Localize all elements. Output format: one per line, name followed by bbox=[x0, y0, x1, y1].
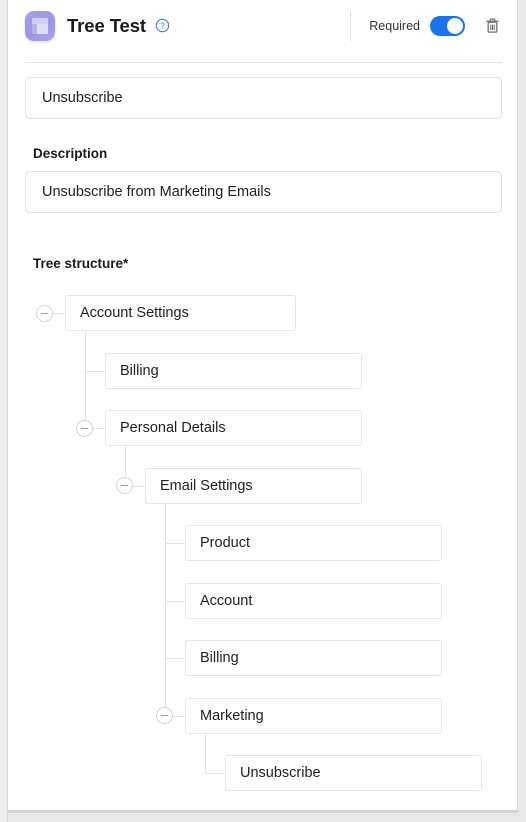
minus-circle-icon[interactable] bbox=[36, 304, 53, 322]
card-header: Tree Test ? Required bbox=[8, 0, 517, 51]
tree-node[interactable]: Marketing bbox=[185, 697, 442, 734]
description-label: Description bbox=[33, 146, 108, 161]
tree-node[interactable]: Account bbox=[185, 582, 442, 619]
tree-node[interactable]: Unsubscribe bbox=[225, 755, 482, 791]
tree-node[interactable]: Billing bbox=[185, 640, 442, 676]
description-input[interactable]: Unsubscribe from Marketing Emails bbox=[25, 171, 502, 213]
header-divider bbox=[350, 10, 352, 41]
card-bottom-edge bbox=[8, 810, 518, 813]
name-input[interactable]: Unsubscribe bbox=[25, 77, 502, 119]
tree-collapse-stub bbox=[173, 715, 185, 717]
tree-connector-vertical bbox=[205, 733, 206, 773]
tree-connector-horizontal bbox=[165, 600, 185, 602]
toggle-knob bbox=[447, 17, 463, 34]
page-title: Tree Test bbox=[67, 14, 146, 36]
tree-connector-horizontal bbox=[205, 773, 225, 774]
required-label: Required bbox=[369, 18, 420, 33]
tree-connector-horizontal bbox=[85, 370, 105, 372]
minus-circle-icon[interactable] bbox=[116, 477, 133, 494]
help-circle-icon[interactable]: ? bbox=[155, 18, 170, 33]
minus-circle-icon[interactable] bbox=[76, 419, 93, 437]
tree-connector-horizontal bbox=[165, 543, 185, 544]
left-gutter bbox=[0, 0, 8, 822]
tree-test-card: Tree Test ? Required Unsubscribe Descrip… bbox=[8, 0, 518, 812]
tree-node[interactable]: Product bbox=[185, 525, 442, 561]
tree-connector-vertical bbox=[165, 503, 166, 716]
tree-structure-label: Tree structure* bbox=[33, 256, 129, 271]
tree-node[interactable]: Email Settings bbox=[145, 467, 362, 504]
header-bottom-divider bbox=[25, 62, 502, 63]
tree-collapse-stub bbox=[53, 313, 65, 314]
minus-circle-icon[interactable] bbox=[156, 707, 173, 724]
tree-node[interactable]: Account Settings bbox=[65, 295, 296, 331]
tree-structure-canvas: Account Settings Billing Personal Details E… bbox=[8, 290, 517, 810]
required-toggle[interactable] bbox=[430, 15, 465, 36]
tree-node[interactable]: Billing bbox=[105, 352, 362, 389]
tree-collapse-stub bbox=[93, 428, 105, 429]
trash-icon[interactable] bbox=[482, 15, 502, 37]
tree-collapse-stub bbox=[133, 485, 145, 487]
app-root: Tree Test ? Required Unsubscribe Descrip… bbox=[0, 0, 526, 822]
tree-connector-vertical bbox=[85, 331, 86, 428]
tree-connector-horizontal bbox=[165, 658, 185, 659]
tree-node[interactable]: Personal Details bbox=[105, 410, 362, 446]
svg-text:?: ? bbox=[160, 22, 165, 31]
tree-test-icon bbox=[25, 10, 55, 41]
